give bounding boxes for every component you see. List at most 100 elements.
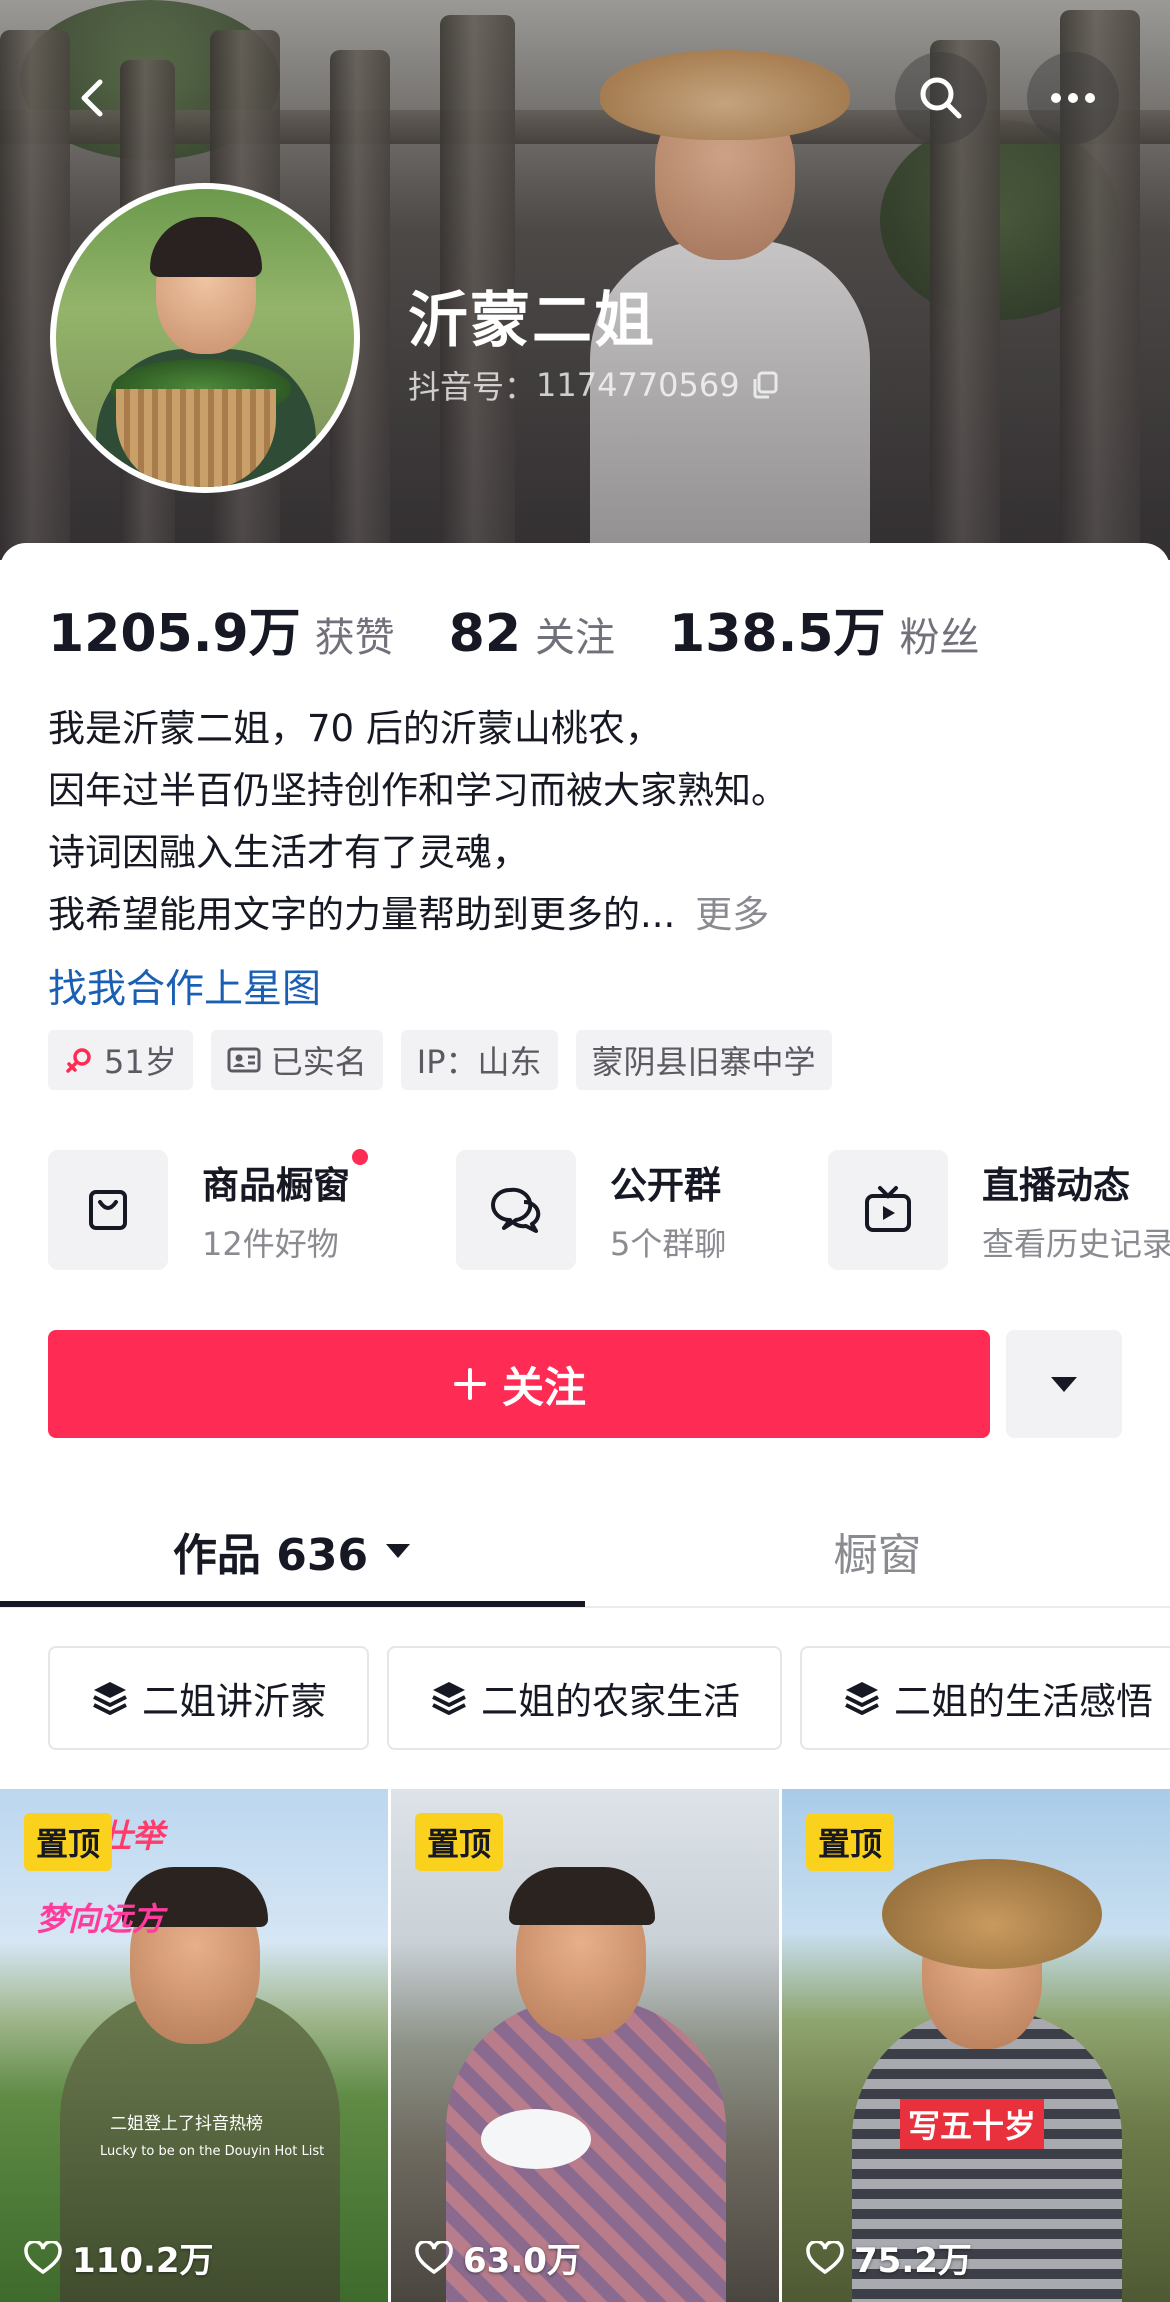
followers-count[interactable]: 138.5万 [669, 591, 885, 666]
avatar-hair [150, 217, 262, 277]
follow-button-label: 关注 [501, 1362, 586, 1412]
video-likes-count: 63.0万 [463, 2241, 581, 2281]
likes-label: 获赞 [314, 615, 395, 661]
id-card-icon [227, 1047, 261, 1073]
feature-icon-box [828, 1150, 948, 1270]
douyin-id-label: 抖音号： [408, 368, 537, 406]
video-likes: 75.2万 [806, 2233, 972, 2282]
live-tv-icon [865, 1186, 911, 1232]
school-tag-label: 蒙阴县旧寨中学 [591, 1043, 816, 1081]
feature-icon-box [456, 1150, 576, 1270]
feature-subtitle: 12件好物 [202, 1225, 339, 1263]
feature-title: 商品橱窗 [202, 1149, 368, 1209]
following-label[interactable]: 关注 [535, 605, 615, 663]
ip-tag: IP：山东 [400, 1030, 558, 1090]
bio-line: 诗词因融入生活才有了灵魂， [48, 831, 529, 874]
overlay-caption: 二姐登上了抖音热榜 [110, 2114, 263, 2134]
avatar-image [56, 189, 354, 487]
feature-text: 商品橱窗 12件好物 [202, 1149, 368, 1265]
followers-label[interactable]: 粉丝 [900, 605, 980, 663]
stats-row: 1205.9万 获赞 82 关注 138.5万 粉丝 [48, 591, 1034, 666]
feature-subtitle: 查看历史记录 [982, 1225, 1170, 1263]
caret-down-icon [386, 1544, 411, 1558]
chat-bubbles-icon [491, 1187, 541, 1233]
bio-line-text: 我希望能用文字的力量帮助到更多的... [48, 893, 676, 936]
video-likes-count: 75.2万 [854, 2241, 972, 2281]
bio-more-link[interactable]: 更多 [695, 893, 769, 936]
douyin-id-value: 1174770569 [536, 366, 740, 404]
layers-icon [93, 1682, 127, 1715]
collection-chip[interactable]: 二姐讲沂蒙 [48, 1646, 369, 1750]
feature-live-history[interactable]: 直播动态 查看历史记录 [828, 1150, 1170, 1270]
profile-name: 沂蒙二姐 [408, 286, 656, 356]
tab-shop-window[interactable]: 橱窗 [585, 1496, 1170, 1606]
bio-line: 因年过半百仍坚持创作和学习而被大家熟知。 [48, 769, 788, 812]
feature-text: 公开群 5个群聊 [610, 1155, 726, 1265]
ip-tag-label: IP：山东 [416, 1043, 542, 1081]
snow-handful [481, 2109, 591, 2169]
search-icon [920, 77, 962, 119]
hair [509, 1867, 655, 1925]
tab-works-label: 作品 636 [172, 1530, 369, 1581]
layers-icon [845, 1682, 879, 1715]
notification-dot [352, 1149, 368, 1165]
pinned-badge: 置顶 [24, 1813, 113, 1871]
layers-icon [432, 1682, 466, 1715]
school-tag[interactable]: 蒙阴县旧寨中学 [575, 1030, 832, 1090]
age-tag: 51岁 [48, 1030, 193, 1090]
feature-title: 公开群 [610, 1164, 721, 1207]
plus-icon [453, 1368, 486, 1400]
video-likes: 110.2万 [24, 2233, 214, 2282]
feature-text: 直播动态 查看历史记录 [982, 1155, 1170, 1265]
recommend-dropdown-button[interactable] [1006, 1330, 1122, 1438]
heart-icon [806, 2240, 844, 2274]
following-count[interactable]: 82 [449, 604, 521, 664]
verified-tag: 已实名 [210, 1030, 383, 1090]
tab-works[interactable]: 作品 636 [0, 1496, 585, 1606]
profile-header: 沂蒙二姐 抖音号： 1174770569 [0, 0, 1170, 560]
video-likes-count: 110.2万 [72, 2241, 214, 2281]
pinned-badge: 置顶 [415, 1813, 504, 1871]
video-tile[interactable]: 置顶 63.0万 [391, 1789, 779, 2302]
caret-down-icon [1051, 1377, 1077, 1392]
tab-shop-window-label: 橱窗 [833, 1530, 922, 1581]
search-button[interactable] [895, 52, 987, 144]
more-dots-icon [1051, 93, 1095, 103]
feature-public-group[interactable]: 公开群 5个群聊 [456, 1150, 726, 1270]
copy-icon[interactable] [750, 370, 780, 400]
back-button[interactable] [48, 52, 140, 144]
pinned-badge: 置顶 [806, 1813, 895, 1871]
overlay-title: 写五十岁 [900, 2099, 1045, 2149]
heart-icon [415, 2240, 453, 2274]
collection-chip[interactable]: 二姐的生活感悟 [800, 1646, 1170, 1750]
overlay-subtitle: 梦向远方 [36, 1900, 165, 1938]
feature-entries: 商品橱窗 12件好物 公开群 5个群聊 直播动态 查看历史记录 [48, 1149, 1170, 1275]
video-tile[interactable]: 壮举 梦向远方 二姐登上了抖音热榜 Lucky to be on the Dou… [0, 1789, 388, 2302]
active-tab-indicator [0, 1601, 585, 1607]
video-tile[interactable]: 写五十岁 置顶 75.2万 [782, 1789, 1170, 2302]
video-grid: 壮举 梦向远方 二姐登上了抖音热榜 Lucky to be on the Dou… [0, 1789, 1170, 2302]
overlay-caption-en: Lucky to be on the Douyin Hot List [100, 2144, 325, 2159]
collection-chip-label: 二姐的生活感悟 [894, 1680, 1153, 1723]
age-tag-label: 51岁 [104, 1043, 177, 1081]
feature-title: 直播动态 [982, 1164, 1130, 1207]
avatar[interactable] [50, 183, 360, 493]
follow-button[interactable]: 关注 [48, 1330, 990, 1438]
feature-icon-box [48, 1150, 168, 1270]
douyin-id[interactable]: 抖音号： 1174770569 [408, 362, 780, 408]
video-likes: 63.0万 [415, 2233, 581, 2282]
feature-shop-window[interactable]: 商品橱窗 12件好物 [48, 1149, 368, 1270]
more-button[interactable] [1027, 52, 1119, 144]
female-gender-icon [66, 1048, 91, 1073]
collection-chip-label: 二姐的农家生活 [481, 1680, 740, 1723]
collection-chip[interactable]: 二姐的农家生活 [387, 1646, 782, 1750]
bio-line: 我是沂蒙二姐，70 后的沂蒙山桃农， [48, 707, 662, 750]
feature-subtitle: 5个群聊 [610, 1225, 727, 1263]
collection-chip-label: 二姐讲沂蒙 [142, 1680, 327, 1723]
chevron-left-icon [81, 79, 103, 117]
shopping-bag-icon [89, 1190, 127, 1230]
verified-tag-label: 已实名 [270, 1043, 367, 1081]
starmap-cooperation-link[interactable]: 找我合作上星图 [48, 958, 321, 1014]
feature-title-text: 商品橱窗 [202, 1164, 350, 1207]
bio-line-last: 我希望能用文字的力量帮助到更多的... 更多 [48, 884, 1128, 946]
